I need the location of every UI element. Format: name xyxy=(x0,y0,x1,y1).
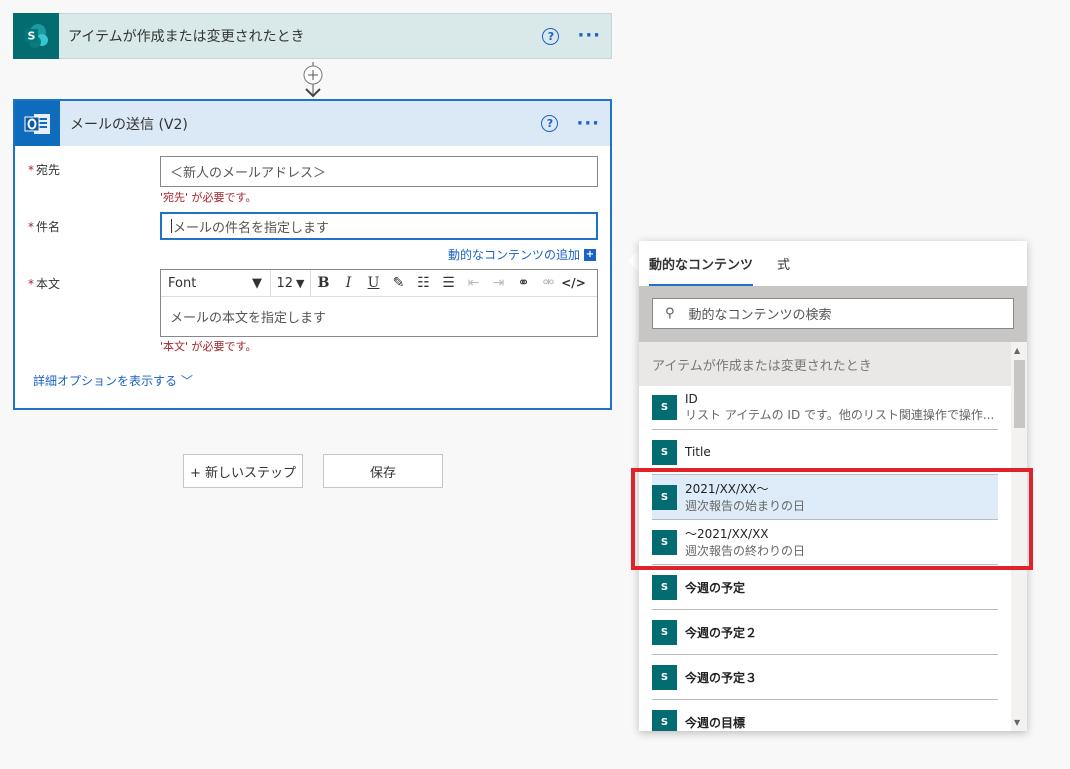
trigger-card[interactable]: S アイテムが作成または変更されたとき ? ··· xyxy=(13,13,612,59)
font-dropdown[interactable]: Font ▼ xyxy=(161,270,271,296)
to-label: * 宛先 xyxy=(28,163,61,177)
card-title: メールの送信 (V2) xyxy=(70,116,188,133)
list-item[interactable]: S 今週の予定３ xyxy=(652,655,998,700)
sharepoint-icon: S xyxy=(652,709,677,731)
item-description: リスト アイテムの ID です。他のリスト関連操作で操作... xyxy=(685,408,995,422)
code-view-icon[interactable]: </> xyxy=(561,270,586,296)
tab-expression[interactable]: 式 xyxy=(777,241,790,286)
body-input[interactable]: メールの本文を指定します xyxy=(161,297,597,336)
decrease-indent-icon[interactable]: ⇤ xyxy=(461,270,486,296)
chevron-down-icon: ﹀ xyxy=(180,374,193,388)
sharepoint-icon: S xyxy=(652,395,677,420)
bold-icon[interactable]: B xyxy=(311,270,336,296)
unlink-icon[interactable]: ⚮ xyxy=(536,270,561,296)
numbered-list-icon[interactable]: ☰ xyxy=(436,270,461,296)
card-header[interactable]: メールの送信 (V2) ? ··· xyxy=(15,101,610,146)
highlight-annotation xyxy=(631,468,1033,570)
to-field[interactable]: ＜新人のメールアドレス＞ xyxy=(160,156,598,187)
search-input[interactable]: ⚲ 動的なコンテンツの検索 xyxy=(652,298,1014,329)
editor-toolbar: Font ▼ 12 ▼ B I U ✎ ☷ ☰ ⇤ ⇥ ⚭ ⚮ </> xyxy=(161,270,597,297)
search-icon: ⚲ xyxy=(665,306,675,321)
trigger-title: アイテムが作成または変更されたとき xyxy=(68,29,305,45)
list-item[interactable]: S ID リスト アイテムの ID です。他のリスト関連操作で操作... xyxy=(652,386,998,430)
group-header: アイテムが作成または変更されたとき xyxy=(639,342,1011,386)
font-size-dropdown[interactable]: 12 ▼ xyxy=(271,270,311,296)
help-icon[interactable]: ? xyxy=(541,115,559,132)
more-options-icon[interactable]: ··· xyxy=(577,27,601,45)
svg-text:S: S xyxy=(28,30,36,43)
new-step-button[interactable]: + 新しいステップ xyxy=(183,454,303,488)
bullet-list-icon[interactable]: ☷ xyxy=(411,270,436,296)
panel-pointer xyxy=(628,250,639,272)
item-title: 今週の予定 xyxy=(685,580,746,595)
item-title: Title xyxy=(685,445,711,459)
item-title: 今週の予定２ xyxy=(685,625,758,640)
send-email-card[interactable]: メールの送信 (V2) ? ··· * 宛先 ＜新人のメールアドレス＞ '宛先' … xyxy=(13,99,612,410)
scroll-down-icon[interactable]: ▼ xyxy=(1014,718,1020,727)
scroll-thumb[interactable] xyxy=(1014,360,1025,428)
highlight-pen-icon[interactable]: ✎ xyxy=(386,270,411,296)
scroll-up-icon[interactable]: ▲ xyxy=(1014,346,1020,355)
more-options-icon[interactable]: ··· xyxy=(576,114,600,133)
sharepoint-icon: S xyxy=(652,574,677,600)
body-error: '本文' が必要です。 xyxy=(160,340,257,353)
show-advanced-options-link[interactable]: 詳細オプションを表示する ﹀ xyxy=(33,372,193,389)
help-icon[interactable]: ? xyxy=(542,27,560,45)
outlook-icon xyxy=(15,101,60,146)
plus-icon: + xyxy=(584,248,596,261)
item-title: ID xyxy=(685,392,698,406)
subject-label: * 件名 xyxy=(28,220,61,234)
underline-icon[interactable]: U xyxy=(361,270,386,296)
panel-tabs: 動的なコンテンツ 式 xyxy=(639,241,1027,286)
item-title: 今週の目標 xyxy=(685,715,746,730)
subject-field[interactable]: メールの件名を指定します xyxy=(160,212,598,240)
sharepoint-icon: S xyxy=(652,664,677,690)
chevron-down-icon: ▼ xyxy=(296,276,305,290)
italic-icon[interactable]: I xyxy=(336,270,361,296)
body-label: * 本文 xyxy=(28,277,61,291)
chevron-down-icon: ▼ xyxy=(252,275,262,291)
body-editor[interactable]: Font ▼ 12 ▼ B I U ✎ ☷ ☰ ⇤ ⇥ ⚭ ⚮ </> メールの本文… xyxy=(160,269,598,337)
save-button[interactable]: 保存 xyxy=(323,454,443,488)
list-item[interactable]: S 今週の予定２ xyxy=(652,610,998,655)
connector-add-icon[interactable] xyxy=(302,62,324,98)
tab-dynamic-content[interactable]: 動的なコンテンツ xyxy=(649,241,754,286)
search-area: ⚲ 動的なコンテンツの検索 xyxy=(639,286,1027,342)
sharepoint-icon: S xyxy=(652,439,677,465)
item-title: 今週の予定３ xyxy=(685,670,758,685)
add-dynamic-content-link[interactable]: 動的なコンテンツの追加 + xyxy=(448,246,596,263)
to-error: '宛先' が必要です。 xyxy=(160,191,257,204)
increase-indent-icon[interactable]: ⇥ xyxy=(486,270,511,296)
sharepoint-icon: S xyxy=(652,619,677,645)
list-item[interactable]: S 今週の目標 xyxy=(652,700,998,731)
sharepoint-icon: S xyxy=(13,13,59,59)
list-item[interactable]: S 今週の予定 xyxy=(652,565,998,610)
link-icon[interactable]: ⚭ xyxy=(511,270,536,296)
